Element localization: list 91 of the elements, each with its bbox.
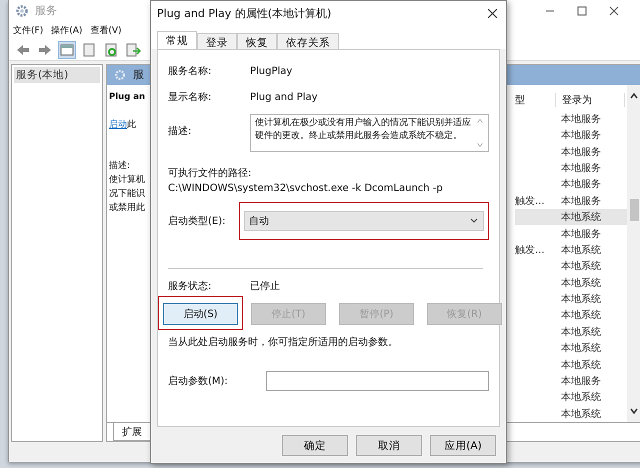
column-header[interactable]: 型 bbox=[515, 92, 556, 107]
list-row[interactable]: 本地系统 bbox=[515, 290, 627, 308]
table-cell: 本地系统 bbox=[561, 261, 601, 272]
field-label: 描述: bbox=[168, 124, 192, 138]
scrollbar[interactable] bbox=[627, 84, 640, 422]
tab[interactable]: 登录 bbox=[197, 33, 237, 49]
scrollbar-thumb[interactable] bbox=[630, 198, 638, 221]
list-row[interactable]: 触发... 本地服务 bbox=[515, 192, 627, 209]
scroll-up-icon[interactable] bbox=[629, 90, 639, 101]
window-title: 服务 bbox=[35, 3, 57, 18]
list-row[interactable]: 本地系统 bbox=[515, 258, 627, 274]
list-row[interactable]: 本地服务 bbox=[515, 176, 627, 193]
table-cell: 本地服务 bbox=[561, 162, 601, 174]
dialog-button[interactable]: 取消 bbox=[356, 435, 422, 456]
list-row[interactable]: 本地系统 bbox=[515, 356, 627, 373]
table-cell: 本地系统 bbox=[561, 392, 601, 404]
table-cell: 本地系统 bbox=[561, 294, 601, 306]
list-row[interactable]: 本地服务 bbox=[515, 126, 627, 144]
refresh-icon[interactable] bbox=[103, 42, 119, 58]
startup-type-dropdown[interactable]: 自动 bbox=[244, 211, 484, 231]
status-value: 已停止 bbox=[250, 280, 280, 293]
table-cell: 本地系统 bbox=[561, 212, 601, 224]
list-row[interactable]: 本地系统 bbox=[515, 324, 627, 340]
maximize-icon[interactable] bbox=[577, 6, 587, 16]
field-label: 启动类型(E): bbox=[168, 214, 226, 228]
field-label: 服务名称: bbox=[168, 65, 212, 78]
list-row[interactable]: 本地系统 bbox=[515, 406, 627, 422]
start-link[interactable]: 启动 bbox=[109, 118, 127, 131]
table-cell: 触发... bbox=[515, 244, 545, 256]
list-row[interactable]: 本地系统 bbox=[515, 274, 627, 291]
tab[interactable]: 依存关系 bbox=[277, 33, 339, 49]
list-row[interactable]: 本地系统 bbox=[515, 208, 627, 226]
description-text: 况下能识 bbox=[109, 188, 145, 200]
menu-item[interactable]: 文件(F) bbox=[13, 24, 44, 38]
console-tree-icon[interactable] bbox=[59, 42, 75, 58]
table-cell: 本地服务 bbox=[561, 179, 601, 190]
close-icon[interactable] bbox=[487, 8, 498, 18]
table-cell: 本地服务 bbox=[561, 196, 601, 207]
list-row[interactable]: 触发... 本地系统 bbox=[515, 242, 627, 258]
dialog-button[interactable]: 应用(A) bbox=[430, 435, 496, 456]
field-label: 可执行文件的路径: bbox=[168, 166, 252, 180]
export-icon[interactable] bbox=[125, 42, 141, 58]
table-cell: 本地服务 bbox=[561, 130, 601, 142]
tab[interactable]: 恢复 bbox=[237, 33, 277, 49]
service-control-button[interactable]: 启动(S) bbox=[163, 303, 238, 325]
list-row[interactable]: 本地服务 bbox=[515, 160, 627, 176]
list-row[interactable]: 本地系统 bbox=[515, 307, 627, 324]
list-row[interactable]: 本地系统 bbox=[515, 389, 627, 406]
view-tab[interactable]: 扩展 bbox=[113, 423, 151, 441]
table-cell: 触发... bbox=[515, 196, 545, 207]
path-value: C:\WINDOWS\system32\svchost.exe -k DcomLaunch -p bbox=[168, 183, 444, 194]
start-parameters-field[interactable] bbox=[266, 371, 489, 391]
menu-item[interactable]: 操作(A) bbox=[51, 24, 82, 38]
dialog-button[interactable]: 确定 bbox=[282, 435, 348, 456]
tree-item[interactable]: 服务(本地) bbox=[14, 66, 100, 83]
link-text: 此 bbox=[127, 118, 136, 131]
tab[interactable]: 常规 bbox=[157, 31, 197, 49]
field-label: 显示名称: bbox=[168, 91, 212, 104]
table-cell: 本地服务 bbox=[561, 228, 601, 240]
table-cell: 本地服务 bbox=[561, 146, 601, 158]
gear-icon bbox=[113, 68, 127, 82]
list-row[interactable]: 本地服务 bbox=[515, 110, 627, 127]
scroll-down-icon[interactable] bbox=[629, 406, 639, 416]
list-row[interactable]: 本地系统 bbox=[515, 340, 627, 356]
table-cell: 本地系统 bbox=[561, 310, 601, 322]
table-cell: 本地系统 bbox=[561, 278, 601, 289]
field-label: 启动参数(M): bbox=[168, 374, 229, 388]
service-name: Plug an bbox=[109, 92, 146, 102]
table-cell: 本地系统 bbox=[561, 408, 601, 420]
field-label: 服务状态: bbox=[168, 280, 212, 293]
table-cell: 本地系统 bbox=[561, 360, 601, 371]
field-value: PlugPlay bbox=[250, 66, 292, 76]
document-icon[interactable] bbox=[81, 42, 97, 58]
detail-header-title: 服 bbox=[133, 67, 144, 82]
description-text: 或禁用此 bbox=[109, 202, 145, 214]
dialog-title: Plug and Play 的属性(本地计算机) bbox=[157, 6, 332, 20]
table-cell: 本地系统 bbox=[561, 244, 601, 256]
description-label: 描述: bbox=[109, 160, 130, 172]
list-row[interactable]: 本地服务 bbox=[515, 372, 627, 390]
field-value: Plug and Play bbox=[250, 92, 318, 102]
list-row[interactable]: 本地服务 bbox=[515, 225, 627, 242]
hint-text: 当从此处启动服务时，你可指定所适用的启动参数。 bbox=[168, 336, 399, 349]
menu-item[interactable]: 查看(V) bbox=[90, 24, 122, 38]
description-text: 使计算机 bbox=[109, 174, 145, 186]
table-cell: 本地系统 bbox=[561, 326, 601, 338]
table-cell: 本地服务 bbox=[561, 114, 601, 125]
list-row[interactable]: 本地服务 bbox=[515, 143, 627, 160]
column-header[interactable]: 登录为 bbox=[556, 92, 625, 107]
table-cell: 本地系统 bbox=[561, 343, 601, 354]
close-icon[interactable] bbox=[609, 6, 619, 16]
table-cell: 本地服务 bbox=[561, 376, 601, 388]
